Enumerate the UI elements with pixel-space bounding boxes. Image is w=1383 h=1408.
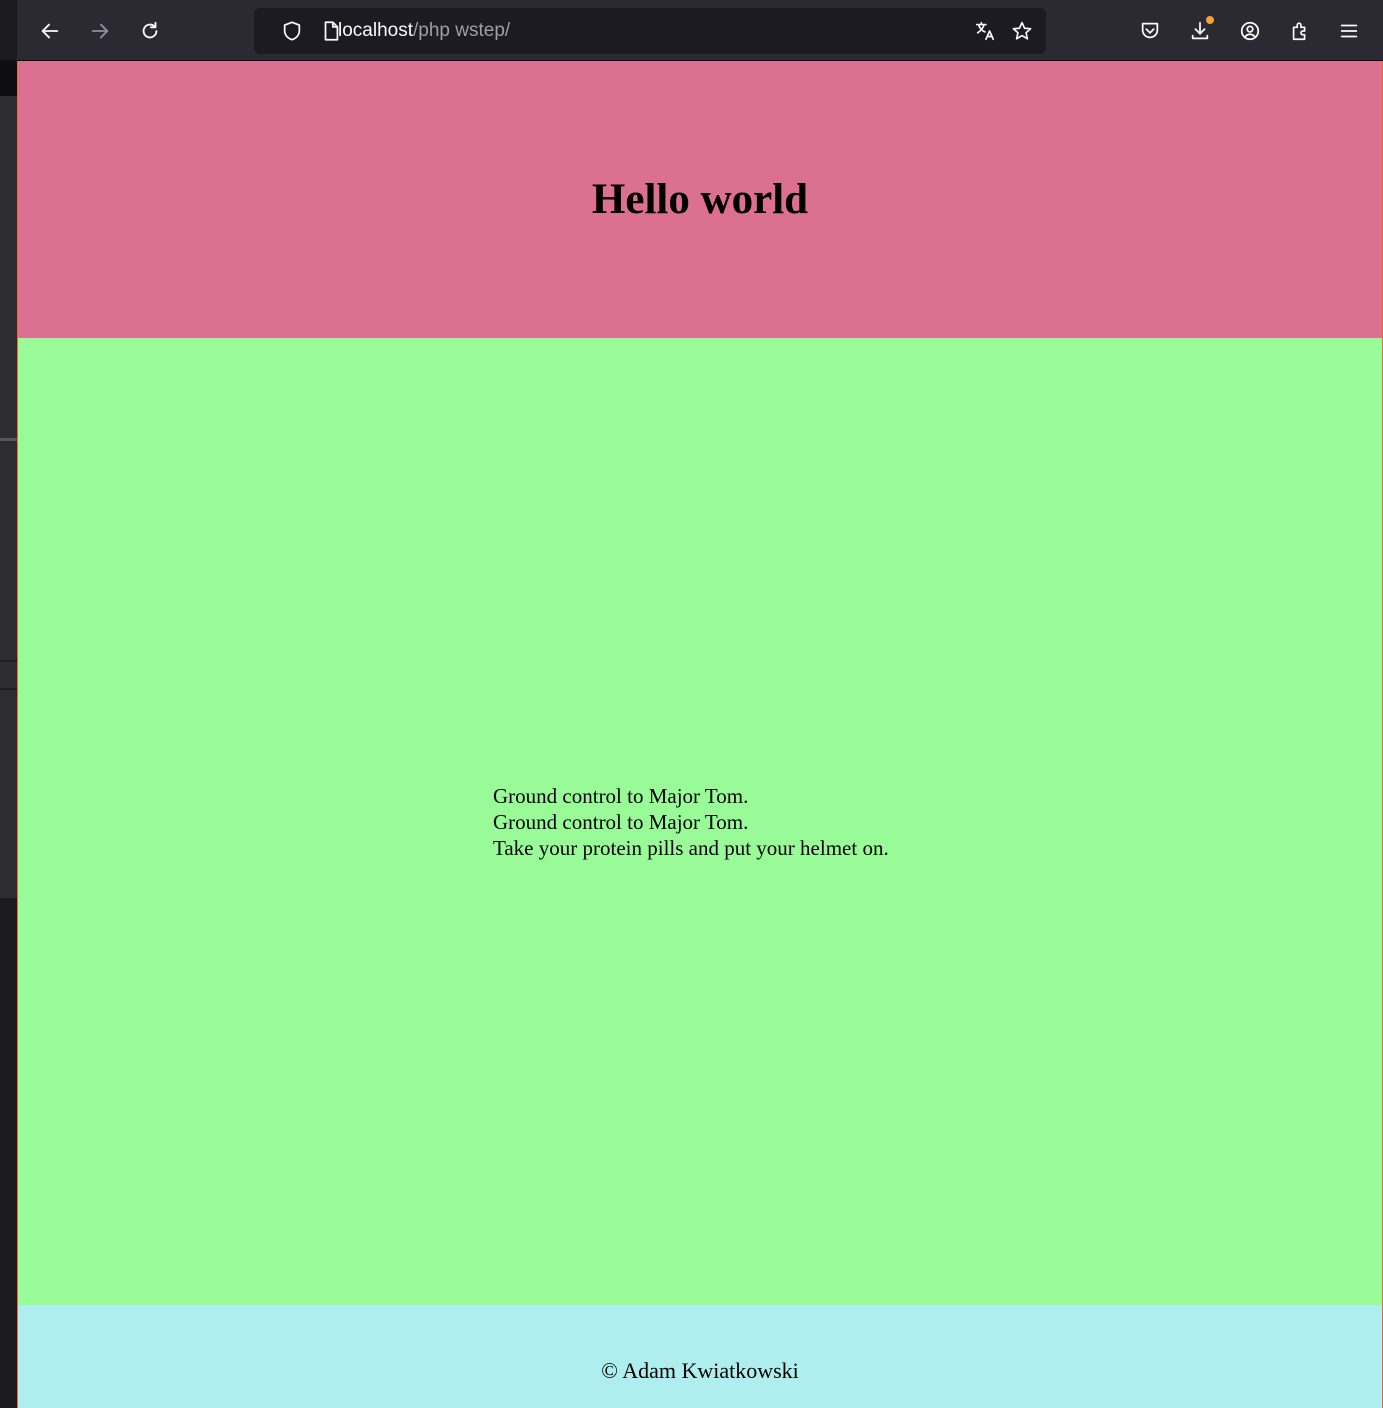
downloads-button[interactable]	[1183, 14, 1217, 48]
arrow-right-icon	[91, 23, 109, 39]
extensions-icon	[1292, 22, 1306, 41]
forward-button[interactable]	[83, 14, 117, 48]
pocket-icon	[1141, 22, 1159, 39]
extensions-button[interactable]	[1283, 14, 1317, 48]
translate-button[interactable]	[973, 19, 997, 43]
hamburger-menu-icon	[1340, 24, 1358, 38]
shield-icon	[283, 21, 301, 41]
lyrics-text: Ground control to Major Tom. Ground cont…	[493, 783, 889, 861]
site-main: Ground control to Major Tom. Ground cont…	[18, 338, 1382, 1305]
lyrics-line: Take your protein pills and put your hel…	[493, 836, 889, 860]
url-path: /php wstep/	[413, 20, 511, 41]
site-header: Hello world	[18, 61, 1382, 338]
browser-toolbar: localhost/php wstep/	[17, 0, 1383, 61]
tracking-protection-button[interactable]	[280, 19, 304, 43]
lyrics-line: Ground control to Major Tom.	[493, 784, 749, 808]
reload-icon	[142, 21, 158, 39]
desktop-edge	[0, 0, 17, 1408]
menu-button[interactable]	[1332, 14, 1366, 48]
address-bar[interactable]: localhost/php wstep/	[254, 8, 1046, 54]
star-icon	[1012, 21, 1032, 40]
reload-button[interactable]	[133, 14, 167, 48]
translate-icon	[975, 21, 995, 41]
lyrics-line: Ground control to Major Tom.	[493, 810, 749, 834]
page-content: Hello world Ground control to Major Tom.…	[17, 61, 1383, 1408]
site-footer: © Adam Kwiatkowski	[18, 1305, 1382, 1408]
back-button[interactable]	[33, 14, 67, 48]
account-button[interactable]	[1233, 14, 1267, 48]
download-badge-icon	[1206, 16, 1214, 24]
account-icon	[1240, 21, 1260, 41]
url-text[interactable]: localhost/php wstep/	[338, 20, 510, 42]
url-host: localhost	[338, 20, 413, 41]
arrow-left-icon	[41, 23, 59, 39]
pocket-button[interactable]	[1133, 14, 1167, 48]
page-title: Hello world	[591, 176, 809, 223]
browser-window: localhost/php wstep/ Hello world Ground …	[0, 0, 1383, 1408]
copyright-text: © Adam Kwiatkowski	[601, 1358, 799, 1383]
bookmark-button[interactable]	[1010, 19, 1034, 43]
